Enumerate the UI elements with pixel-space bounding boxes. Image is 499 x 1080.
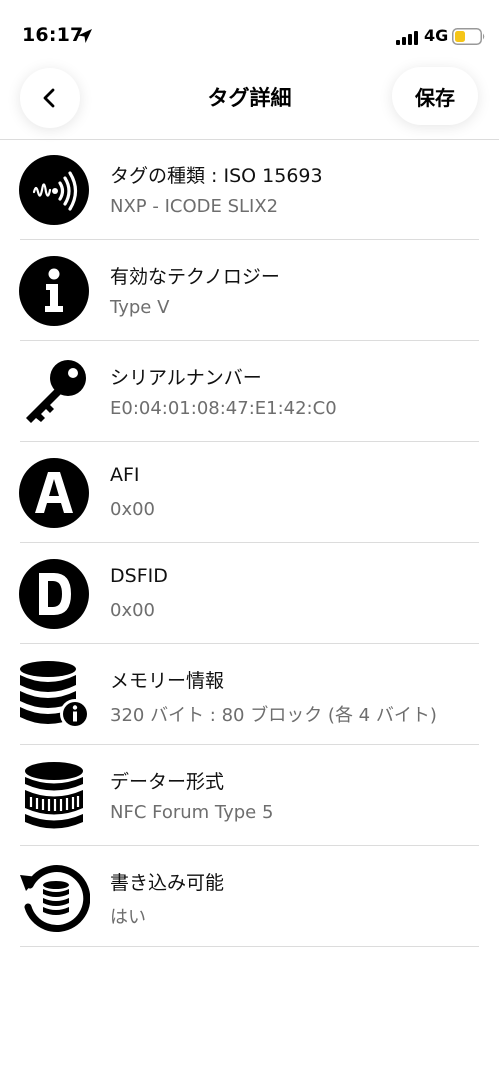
letter-d-icon bbox=[19, 559, 89, 629]
item-value: Type V bbox=[110, 297, 170, 318]
database-format-icon bbox=[25, 762, 83, 829]
item-value: E0:04:01:08:47:E1:42:C0 bbox=[110, 398, 337, 419]
item-value: 0x00 bbox=[110, 499, 156, 520]
tag-detail-list: タグの種類 : ISO 15693 NXP - ICODE SLIX2 有効なテ… bbox=[0, 139, 499, 947]
database-info-icon bbox=[20, 661, 90, 729]
item-title: 書き込み可能 bbox=[110, 872, 225, 894]
item-title: DSFID bbox=[110, 565, 168, 587]
list-item-data-format: データー形式 NFC Forum Type 5 bbox=[0, 745, 499, 846]
item-value: はい bbox=[110, 907, 146, 928]
nfc-signal-icon bbox=[19, 155, 89, 225]
location-arrow-icon bbox=[78, 29, 92, 43]
status-bar: 16:17 4G bbox=[0, 0, 499, 62]
letter-a-icon bbox=[19, 458, 89, 528]
cellular-signal-icon bbox=[396, 31, 418, 45]
list-item-afi: AFI 0x00 bbox=[0, 442, 499, 543]
item-title: データー形式 bbox=[110, 771, 225, 793]
list-item-dsfid: DSFID 0x00 bbox=[0, 543, 499, 644]
item-title: AFI bbox=[110, 464, 140, 486]
battery-icon bbox=[452, 28, 485, 45]
item-value: NXP - ICODE SLIX2 bbox=[110, 196, 279, 217]
item-value: NFC Forum Type 5 bbox=[110, 802, 274, 823]
save-button[interactable]: 保存 bbox=[392, 67, 478, 125]
status-time: 16:17 bbox=[22, 24, 84, 46]
item-title: 有効なテクノロジー bbox=[110, 266, 280, 288]
key-icon bbox=[26, 360, 86, 423]
item-value: 320 バイト : 80 ブロック (各 4 バイト) bbox=[110, 705, 437, 726]
item-title: タグの種類 : ISO 15693 bbox=[110, 165, 323, 187]
list-item-writable: 書き込み可能 はい bbox=[0, 846, 499, 947]
list-item-technology: 有効なテクノロジー Type V bbox=[0, 240, 499, 341]
network-type: 4G bbox=[424, 26, 449, 45]
screen: 16:17 4G タグ詳細 保存 タグの種類: ISO 15693 NXP -… bbox=[0, 0, 499, 1080]
list-item-tag-type: タグの種類 : ISO 15693 NXP - ICODE SLIX2 bbox=[0, 139, 499, 240]
item-value: 0x00 bbox=[110, 600, 156, 621]
info-icon bbox=[19, 256, 89, 326]
nav-bar: タグ詳細 保存 bbox=[0, 62, 499, 140]
rewrite-database-icon bbox=[20, 865, 90, 932]
item-title: シリアルナンバー bbox=[110, 367, 262, 389]
list-item-memory: メモリー情報 320 バイト : 80 ブロック (各 4 バイト) bbox=[0, 644, 499, 745]
item-title: メモリー情報 bbox=[110, 670, 225, 692]
divider bbox=[20, 946, 479, 947]
list-item-serial-number: シリアルナンバー E0:04:01:08:47:E1:42:C0 bbox=[0, 341, 499, 442]
